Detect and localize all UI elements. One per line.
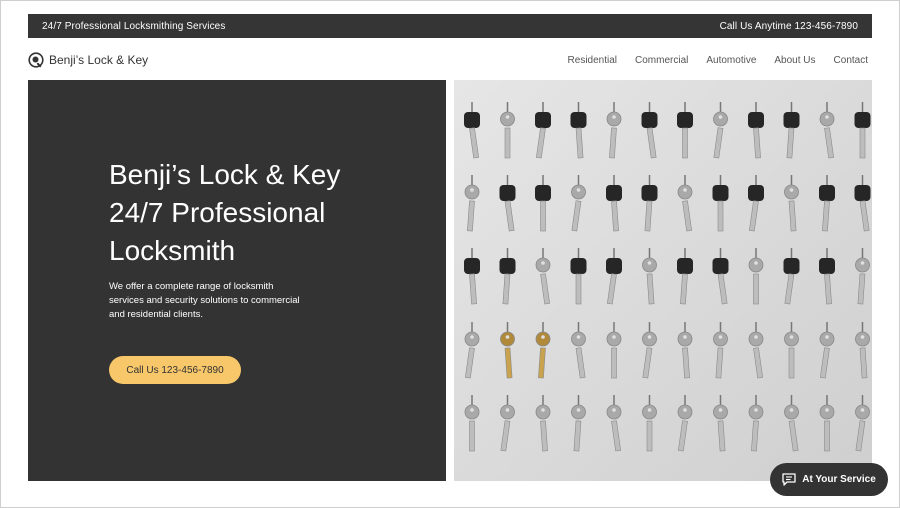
tagline: 24/7 Professional Locksmithing Services — [42, 20, 226, 32]
hero-desc-line-2: services and security solutions to comme… — [109, 295, 300, 306]
site-header: Benji’s Lock & Key Residential Commercia… — [28, 44, 872, 76]
hero-title-line-1: Benji’s Lock & Key — [109, 159, 341, 190]
hero-description: We offer a complete range of locksmith s… — [109, 280, 319, 322]
call-us-button[interactable]: Call Us 123-456-7890 — [109, 356, 241, 384]
brand-name: Benji’s Lock & Key — [49, 53, 149, 67]
nav-contact[interactable]: Contact — [834, 55, 868, 66]
nav-automotive[interactable]: Automotive — [706, 55, 756, 66]
nav-commercial[interactable]: Commercial — [635, 55, 688, 66]
hero-desc-line-1: We offer a complete range of locksmith — [109, 281, 274, 292]
main-nav: Residential Commercial Automotive About … — [568, 55, 868, 66]
brand-logo[interactable]: Benji’s Lock & Key — [28, 51, 149, 69]
image-background — [454, 80, 872, 481]
chat-label: At Your Service — [802, 474, 876, 485]
hero-title: Benji’s Lock & Key 24/7 Professional Loc… — [109, 156, 409, 270]
hero-desc-line-3: and residential clients. — [109, 309, 203, 320]
hero-keys-image — [454, 80, 872, 481]
hero-text-panel: Benji’s Lock & Key 24/7 Professional Loc… — [28, 80, 446, 481]
keys-photo-illustration — [454, 80, 872, 481]
hero-title-line-3: Locksmith — [109, 235, 236, 266]
nav-about-us[interactable]: About Us — [774, 55, 815, 66]
hero-title-line-2: 24/7 Professional — [109, 197, 326, 228]
nav-residential[interactable]: Residential — [568, 55, 617, 66]
phone-anytime[interactable]: Call Us Anytime 123-456-7890 — [720, 21, 858, 32]
chat-bubble-icon — [782, 473, 796, 486]
top-announcement-bar: 24/7 Professional Locksmithing Services … — [28, 14, 872, 38]
chat-widget-button[interactable]: At Your Service — [770, 463, 888, 496]
magnifier-key-icon — [28, 51, 44, 68]
